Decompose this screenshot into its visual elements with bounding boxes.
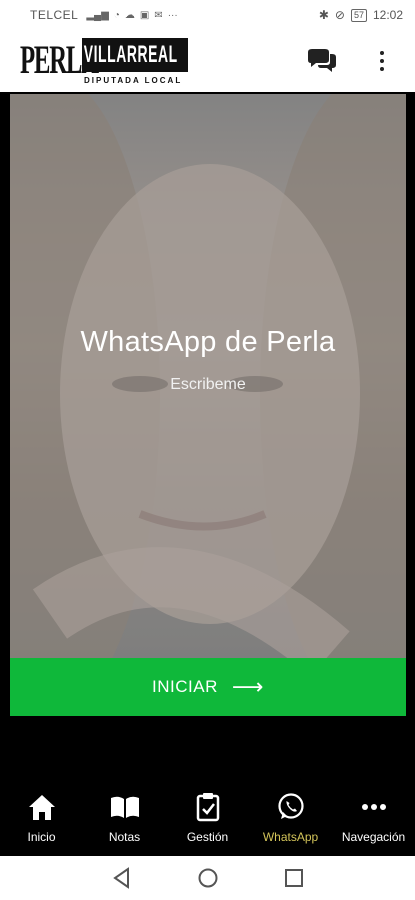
wifi-icon: ◔	[113, 9, 120, 21]
recents-icon[interactable]	[284, 868, 304, 888]
nav-label: Navegación	[341, 830, 406, 844]
clock: 12:02	[372, 8, 403, 22]
logo-tagline: DIPUTADA LOCAL	[84, 76, 183, 85]
logo[interactable]: PERLA VILLARREAL DIPUTADA LOCAL	[20, 36, 190, 88]
nav-item-gestion[interactable]: Gestión	[166, 782, 249, 854]
start-button-label: INICIAR	[152, 677, 218, 696]
nav-item-navegacion[interactable]: Navegación	[332, 782, 415, 854]
signal-icon: ▂▄▆	[86, 9, 109, 21]
carrier-name: TELCEL	[30, 8, 79, 22]
logo-word-villarreal: VILLARREAL	[82, 38, 188, 72]
home-circle-icon[interactable]	[197, 867, 219, 889]
back-icon[interactable]	[112, 867, 132, 889]
nav-label: Notas	[108, 830, 141, 844]
nav-item-inicio[interactable]: Inicio	[0, 782, 83, 854]
nav-label: WhatsApp	[262, 830, 319, 844]
nav-label: Inicio	[27, 830, 56, 844]
bottom-nav: Inicio Notas Gestión WhatsApp Navegación	[0, 782, 415, 854]
book-icon	[110, 796, 139, 818]
clipboard-icon	[196, 793, 219, 822]
hero-subtitle: Escribeme	[170, 376, 246, 393]
hero-title: WhatsApp de Perla	[80, 326, 336, 358]
more-horiz-icon	[361, 804, 386, 810]
whatsapp-icon	[277, 793, 304, 819]
status-bar: TELCEL ▂▄▆ ◔ ☁ ▣ ✉ ··· ✱ ⊘ 57 12:02	[0, 0, 415, 30]
chat-icon	[308, 49, 336, 72]
status-icons: ▂▄▆ ◔ ☁ ▣ ✉ ···	[86, 10, 177, 21]
system-nav-bar	[0, 856, 415, 900]
battery-indicator: 57	[350, 8, 367, 22]
nav-item-whatsapp[interactable]: WhatsApp	[249, 782, 332, 854]
bluetooth-icon: ✱	[318, 8, 329, 22]
nav-label: Gestión	[186, 830, 229, 844]
notification-icon: ▣	[139, 9, 150, 21]
cloud-icon: ☁	[124, 9, 135, 21]
overflow-dots-icon: ···	[167, 9, 178, 21]
chat-button[interactable]	[306, 48, 338, 74]
mail-icon: ✉	[154, 9, 163, 21]
home-icon	[28, 795, 55, 820]
app-bar: PERLA VILLARREAL DIPUTADA LOCAL	[0, 30, 415, 92]
hero-banner: WhatsApp de Perla Escribeme	[10, 94, 406, 658]
arrow-right-icon: ⟶	[231, 674, 264, 699]
mute-icon: ⊘	[334, 8, 345, 22]
start-button[interactable]: INICIAR ⟶	[10, 658, 406, 716]
nav-item-notas[interactable]: Notas	[83, 782, 166, 854]
more-vert-icon[interactable]	[372, 46, 392, 76]
